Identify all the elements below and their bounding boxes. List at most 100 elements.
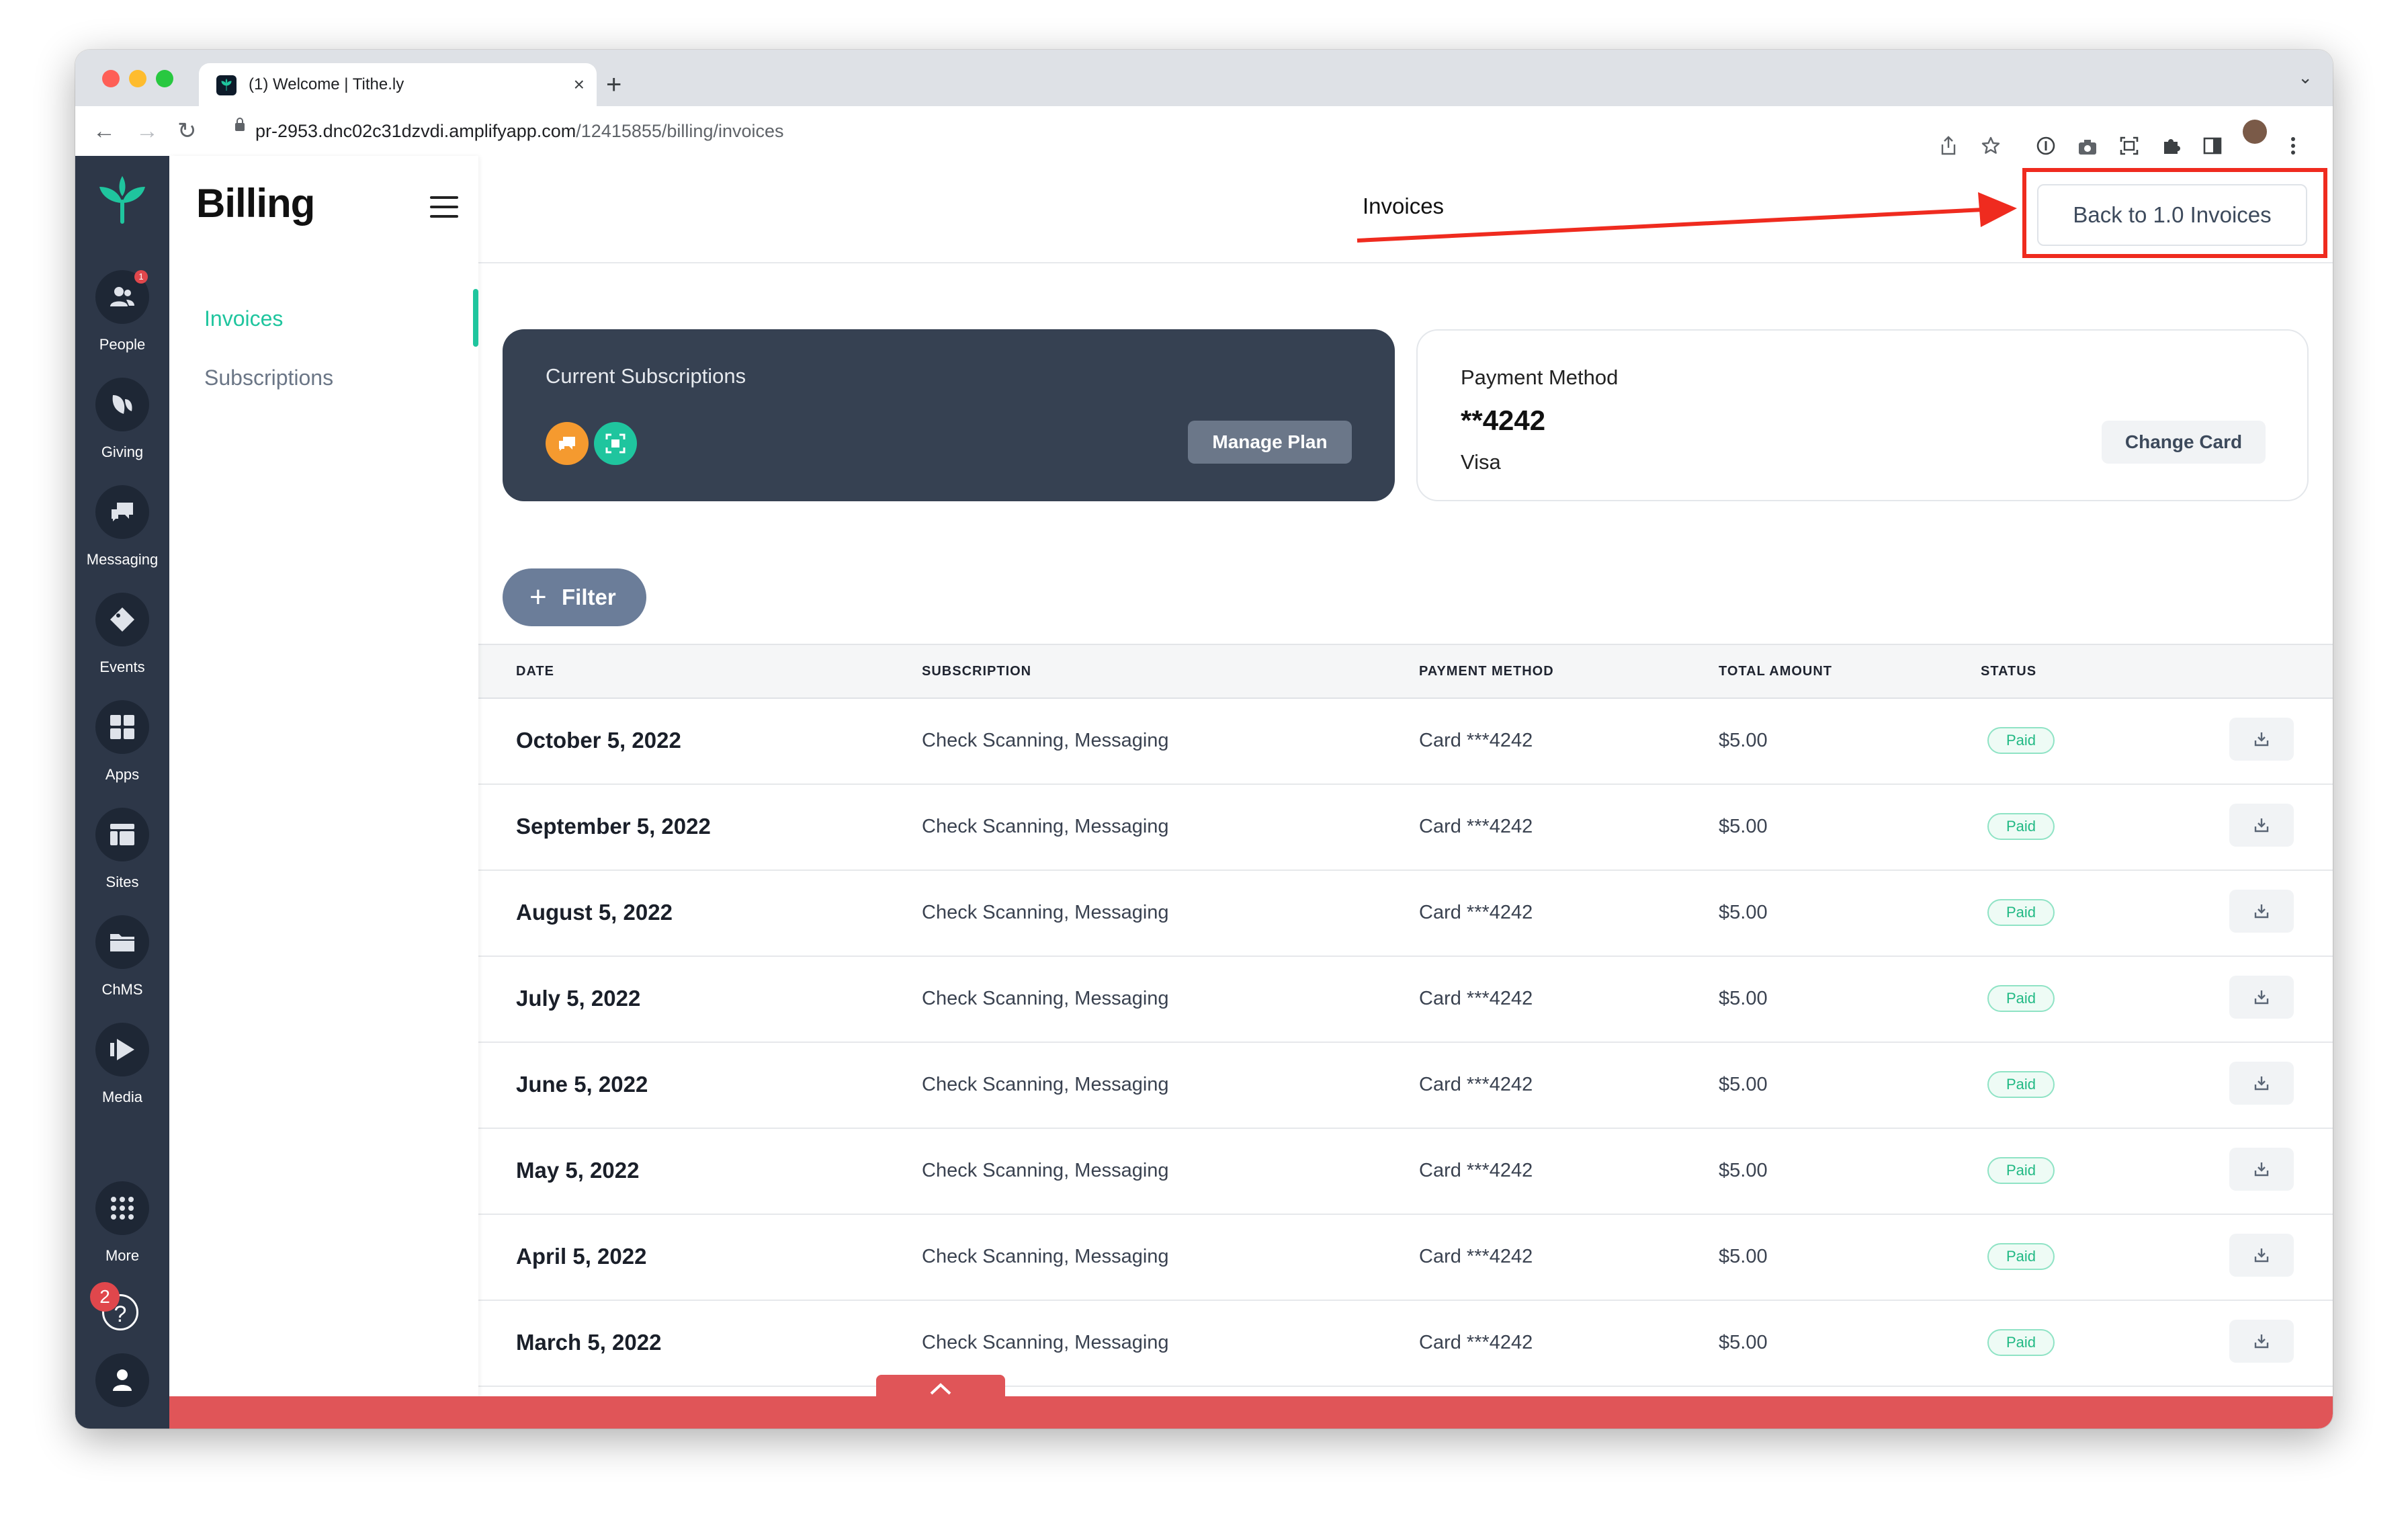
subscriptions-card-title: Current Subscriptions bbox=[546, 364, 746, 388]
invoice-date: June 5, 2022 bbox=[516, 1072, 648, 1097]
table-row[interactable]: April 5, 2022 Check Scanning, Messaging … bbox=[478, 1214, 2333, 1301]
help-button[interactable]: ? 2 bbox=[90, 1282, 149, 1341]
profile-avatar[interactable] bbox=[2243, 120, 2267, 144]
rail-item-people[interactable]: 1 People bbox=[75, 270, 169, 371]
download-invoice-button[interactable] bbox=[2229, 976, 2294, 1019]
rail-circle bbox=[95, 485, 149, 539]
invoice-subscription: Check Scanning, Messaging bbox=[922, 1332, 1169, 1353]
column-header-status[interactable]: STATUS bbox=[1981, 645, 2036, 697]
invoice-payment-method: Card ***4242 bbox=[1419, 1332, 1533, 1353]
tithely-logo-icon[interactable] bbox=[98, 175, 146, 228]
subnav-link-invoices[interactable]: Invoices bbox=[204, 306, 283, 331]
tab-title: (1) Welcome | Tithe.ly bbox=[249, 75, 404, 93]
rail-item-chms[interactable]: ChMS bbox=[75, 915, 169, 1016]
rail-label-chms: ChMS bbox=[101, 981, 143, 998]
column-header-subscription[interactable]: SUBSCRIPTION bbox=[922, 645, 1031, 697]
invoice-date: May 5, 2022 bbox=[516, 1158, 640, 1183]
people-notification-badge: 1 bbox=[134, 270, 148, 284]
table-row[interactable]: October 5, 2022 Check Scanning, Messagin… bbox=[478, 697, 2333, 785]
table-row[interactable]: September 5, 2022 Check Scanning, Messag… bbox=[478, 783, 2333, 871]
status-badge: Paid bbox=[1987, 1157, 2055, 1184]
invoice-date: July 5, 2022 bbox=[516, 986, 641, 1011]
close-tab-icon[interactable]: × bbox=[574, 63, 585, 106]
rail-item-apps[interactable]: Apps bbox=[75, 700, 169, 801]
status-badge: Paid bbox=[1987, 1071, 2055, 1098]
close-window-button[interactable] bbox=[102, 70, 120, 87]
address-bar[interactable]: pr-2953.dnc02c31dzvdi.amplifyapp.com/124… bbox=[222, 114, 1754, 148]
main-content: Invoices Back to 1.0 Invoices Current Su… bbox=[478, 156, 2333, 1429]
filter-label: Filter bbox=[562, 585, 616, 609]
back-arrow-icon[interactable]: ← bbox=[93, 106, 116, 156]
account-button[interactable] bbox=[95, 1353, 149, 1407]
url-host: pr-2953.dnc02c31dzvdi.amplifyapp.com bbox=[255, 121, 576, 141]
invoice-amount: $5.00 bbox=[1719, 902, 1768, 923]
chat-bubbles-icon bbox=[112, 503, 133, 521]
reload-icon[interactable]: ↻ bbox=[177, 106, 197, 156]
rail-circle bbox=[95, 1181, 149, 1235]
column-header-payment-method[interactable]: PAYMENT METHOD bbox=[1419, 645, 1554, 697]
browser-tab[interactable]: (1) Welcome | Tithe.ly × bbox=[199, 63, 597, 106]
download-invoice-button[interactable] bbox=[2229, 804, 2294, 847]
filter-button[interactable]: + Filter bbox=[503, 568, 646, 626]
status-badge: Paid bbox=[1987, 727, 2055, 754]
rail-item-more[interactable]: More bbox=[75, 1181, 169, 1282]
ticket-icon bbox=[110, 607, 134, 632]
download-invoice-button[interactable] bbox=[2229, 718, 2294, 761]
status-badge: Paid bbox=[1987, 985, 2055, 1012]
lock-icon[interactable] bbox=[235, 118, 245, 131]
tithely-favicon-icon bbox=[216, 75, 236, 95]
minimize-window-button[interactable] bbox=[129, 70, 146, 87]
download-invoice-button[interactable] bbox=[2229, 1062, 2294, 1105]
rail-item-giving[interactable]: Giving bbox=[75, 378, 169, 478]
column-header-total-amount[interactable]: TOTAL AMOUNT bbox=[1719, 645, 1832, 697]
invoice-amount: $5.00 bbox=[1719, 730, 1768, 751]
invoice-date: August 5, 2022 bbox=[516, 900, 673, 925]
change-card-button[interactable]: Change Card bbox=[2102, 421, 2266, 464]
maximize-window-button[interactable] bbox=[156, 70, 173, 87]
chevron-down-icon[interactable]: ⌄ bbox=[2298, 67, 2313, 88]
play-icon bbox=[110, 1039, 134, 1060]
people-icon bbox=[110, 287, 134, 306]
rail-circle bbox=[95, 700, 149, 754]
rail-item-messaging[interactable]: Messaging bbox=[75, 485, 169, 586]
hamburger-menu-icon[interactable] bbox=[430, 196, 458, 218]
subnav-link-subscriptions[interactable]: Subscriptions bbox=[204, 366, 333, 390]
download-icon bbox=[2254, 1076, 2269, 1091]
column-header-date[interactable]: DATE bbox=[516, 645, 554, 697]
status-badge: Paid bbox=[1987, 899, 2055, 926]
status-badge: Paid bbox=[1987, 1243, 2055, 1270]
manage-plan-button[interactable]: Manage Plan bbox=[1188, 421, 1352, 464]
new-tab-button[interactable]: + bbox=[606, 63, 621, 106]
url-text[interactable]: pr-2953.dnc02c31dzvdi.amplifyapp.com/124… bbox=[255, 114, 784, 148]
expand-drawer-button[interactable] bbox=[876, 1375, 1005, 1407]
table-row[interactable]: July 5, 2022 Check Scanning, Messaging C… bbox=[478, 956, 2333, 1043]
subnav-title: Billing bbox=[196, 181, 315, 226]
user-icon bbox=[113, 1369, 132, 1391]
invoice-table-header: DATE SUBSCRIPTION PAYMENT METHOD TOTAL A… bbox=[478, 644, 2333, 699]
invoice-date: September 5, 2022 bbox=[516, 814, 711, 839]
rail-label-media: Media bbox=[102, 1089, 142, 1105]
download-invoice-button[interactable] bbox=[2229, 1234, 2294, 1277]
invoice-subscription: Check Scanning, Messaging bbox=[922, 902, 1169, 923]
download-invoice-button[interactable] bbox=[2229, 1148, 2294, 1191]
table-row[interactable]: August 5, 2022 Check Scanning, Messaging… bbox=[478, 869, 2333, 957]
forward-arrow-icon[interactable]: → bbox=[136, 106, 159, 156]
rail-item-events[interactable]: Events bbox=[75, 593, 169, 693]
table-row[interactable]: June 5, 2022 Check Scanning, Messaging C… bbox=[478, 1042, 2333, 1129]
invoice-payment-method: Card ***4242 bbox=[1419, 1160, 1533, 1181]
download-invoice-button[interactable] bbox=[2229, 1320, 2294, 1363]
plus-icon: + bbox=[529, 581, 547, 613]
table-row[interactable]: March 5, 2022 Check Scanning, Messaging … bbox=[478, 1300, 2333, 1387]
invoice-amount: $5.00 bbox=[1719, 1332, 1768, 1353]
invoice-payment-method: Card ***4242 bbox=[1419, 816, 1533, 837]
card-brand: Visa bbox=[1461, 450, 1501, 474]
download-icon bbox=[2254, 904, 2269, 919]
browser-titlebar: (1) Welcome | Tithe.ly × + ⌄ bbox=[75, 50, 2333, 106]
invoice-subscription: Check Scanning, Messaging bbox=[922, 730, 1169, 751]
table-row[interactable]: May 5, 2022 Check Scanning, Messaging Ca… bbox=[478, 1128, 2333, 1215]
rail-item-sites[interactable]: Sites bbox=[75, 808, 169, 908]
chevron-up-icon bbox=[930, 1383, 951, 1395]
app-rail: 1 People Giving Messaging Events Apps Si… bbox=[75, 156, 169, 1429]
download-invoice-button[interactable] bbox=[2229, 890, 2294, 933]
rail-item-media[interactable]: Media bbox=[75, 1023, 169, 1123]
